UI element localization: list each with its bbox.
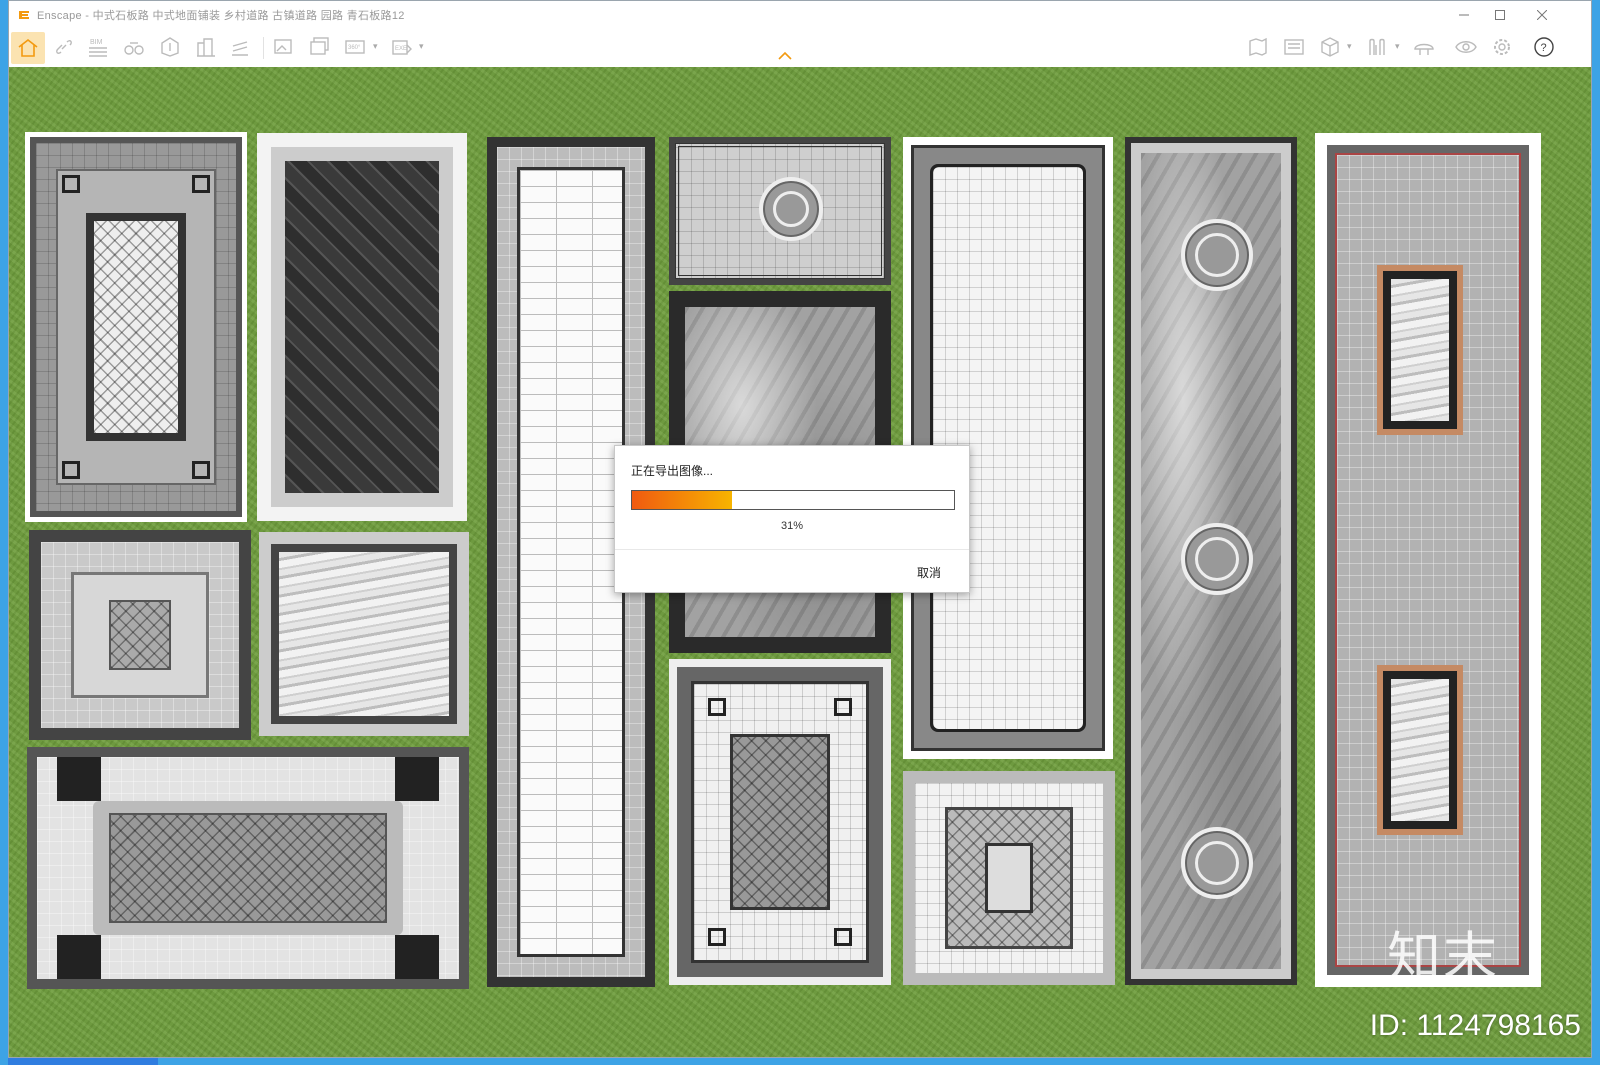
- svg-text:EXE: EXE: [395, 46, 407, 52]
- material-button[interactable]: [1363, 32, 1393, 62]
- video-editor-button[interactable]: [1279, 32, 1309, 62]
- visual-settings-button[interactable]: [1451, 32, 1481, 62]
- paving-tile-1: [25, 132, 247, 522]
- export-exe-button[interactable]: EXE: [387, 32, 417, 62]
- cancel-button[interactable]: 取消: [917, 564, 941, 581]
- settings-button[interactable]: [1487, 32, 1517, 62]
- paving-tile-11: [903, 771, 1115, 985]
- dialog-title: 正在导出图像...: [631, 464, 714, 478]
- paving-tile-4: [259, 532, 469, 736]
- material-dropdown-caret[interactable]: ▾: [1395, 41, 1400, 52]
- toolbar-separator: [263, 37, 264, 59]
- svg-text:BIM: BIM: [90, 39, 103, 46]
- paving-tile-9: [669, 659, 891, 985]
- progress-fill: [632, 491, 732, 509]
- close-button[interactable]: [1519, 1, 1565, 29]
- progress-percent-label: 31%: [780, 520, 804, 532]
- watermark-id: ID: 1124798165: [1369, 1009, 1581, 1042]
- hat-icon: [1414, 43, 1434, 55]
- enscape-logo-icon: [19, 11, 29, 19]
- atlas-icon: [161, 37, 179, 57]
- live-link-button[interactable]: [49, 32, 79, 62]
- visual-settings-icon: [1455, 41, 1477, 53]
- link-icon: [56, 40, 72, 54]
- title-bar: Enscape - 中式石板路 中式地面铺装 乡村道路 古镇道路 园路 青石板路…: [9, 1, 1591, 29]
- asset-library-button[interactable]: [225, 32, 255, 62]
- material-icon: [1369, 38, 1385, 55]
- views-icon: [1249, 37, 1267, 56]
- binoculars-icon: [124, 42, 144, 55]
- svg-text:?: ?: [1541, 42, 1547, 54]
- paving-tile-7: [669, 137, 891, 285]
- toolbar: BIM 360° ▾ EXE ▾ ▾ ▾ ?: [9, 29, 1591, 68]
- minimize-icon: [1459, 14, 1469, 16]
- settings-icon: [1494, 39, 1510, 55]
- batch-render-button[interactable]: [305, 32, 335, 62]
- cube-icon: [1321, 37, 1339, 57]
- cube-dropdown-caret[interactable]: ▾: [1347, 41, 1352, 52]
- export-progress-dialog: 正在导出图像... 31% 取消: [614, 445, 970, 593]
- taskbar-strip: [8, 1058, 158, 1065]
- asset-library-icon: [232, 41, 248, 56]
- chevron-up-icon[interactable]: [777, 51, 793, 61]
- views-manager-button[interactable]: [119, 32, 149, 62]
- paving-tile-12: [1125, 137, 1297, 985]
- panorama-360-icon: 360°: [345, 40, 365, 54]
- buildings-button[interactable]: [191, 32, 221, 62]
- maximize-icon: [1495, 10, 1505, 20]
- paving-tile-5: [27, 747, 469, 989]
- zhimo-watermark-logo: 知末: [1387, 926, 1499, 989]
- buildings-icon: [197, 38, 215, 57]
- paving-tile-13: [1315, 133, 1541, 987]
- paving-tile-3: [29, 530, 251, 740]
- hat-button[interactable]: [1409, 32, 1439, 62]
- cube-button[interactable]: [1315, 32, 1345, 62]
- window-title: Enscape - 中式石板路 中式地面铺装 乡村道路 古镇道路 园路 青石板路…: [37, 10, 405, 22]
- maximize-button[interactable]: [1477, 1, 1523, 29]
- render-image-button[interactable]: [269, 32, 299, 62]
- export-dropdown-caret[interactable]: ▾: [419, 41, 424, 52]
- views-button[interactable]: [1243, 32, 1273, 62]
- help-icon: ?: [1534, 37, 1554, 57]
- export-exe-icon: EXE: [392, 40, 412, 55]
- bim-button[interactable]: BIM: [83, 32, 113, 62]
- home-button[interactable]: [11, 32, 45, 64]
- export-progress-bar: [631, 490, 955, 510]
- help-button[interactable]: ?: [1529, 32, 1559, 62]
- dialog-divider: [615, 549, 969, 550]
- svg-text:360°: 360°: [348, 45, 361, 51]
- video-editor-icon: [1284, 39, 1304, 55]
- batch-render-icon: [310, 37, 329, 55]
- home-icon: [18, 38, 38, 57]
- panorama-button[interactable]: 360°: [341, 32, 371, 62]
- paving-tile-2: [257, 133, 467, 521]
- enscape-window: Enscape - 中式石板路 中式地面铺装 乡村道路 古镇道路 园路 青石板路…: [8, 0, 1592, 1058]
- close-icon: [1537, 10, 1547, 20]
- atlas-button[interactable]: [155, 32, 185, 62]
- render-image-icon: [274, 39, 292, 54]
- bim-icon: BIM: [89, 39, 107, 57]
- panorama-dropdown-caret[interactable]: ▾: [373, 41, 378, 52]
